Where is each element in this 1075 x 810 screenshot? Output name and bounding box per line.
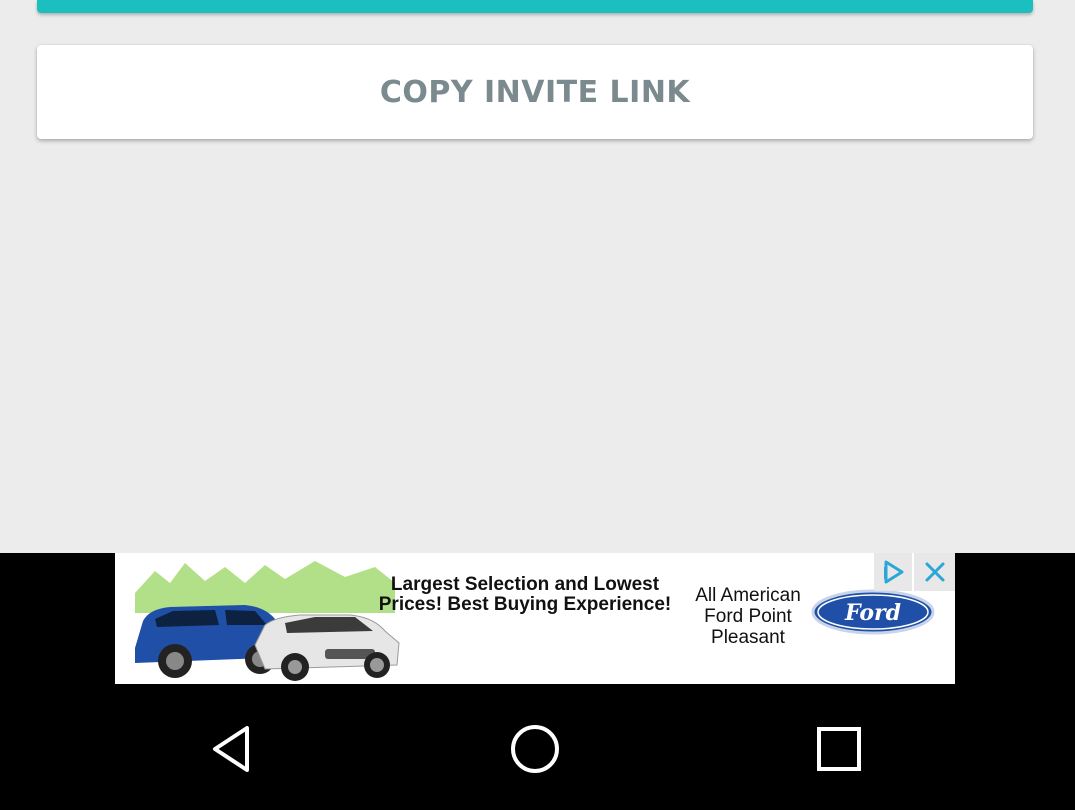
recents-icon[interactable] [804, 714, 874, 784]
copy-invite-link-label: COPY INVITE LINK [379, 74, 691, 110]
ford-logo: Ford [811, 589, 935, 635]
navigation-bar [0, 684, 1075, 810]
app-content: COPY INVITE LINK [0, 0, 1075, 553]
back-icon[interactable] [197, 714, 267, 784]
copy-invite-link-button[interactable]: COPY INVITE LINK [37, 45, 1033, 139]
ad-dealer-name: All American Ford Point Pleasant [695, 585, 801, 648]
svg-text:Ford: Ford [844, 600, 901, 626]
ad-headline: Largest Selection and Lowest Prices! Bes… [378, 574, 672, 615]
car-image [135, 561, 400, 681]
ad-choices-icon[interactable] [874, 553, 912, 591]
home-icon[interactable] [500, 714, 570, 784]
close-icon[interactable] [914, 553, 955, 591]
teal-action-button[interactable] [37, 0, 1033, 13]
ad-banner[interactable]: Largest Selection and Lowest Prices! Bes… [115, 553, 955, 684]
